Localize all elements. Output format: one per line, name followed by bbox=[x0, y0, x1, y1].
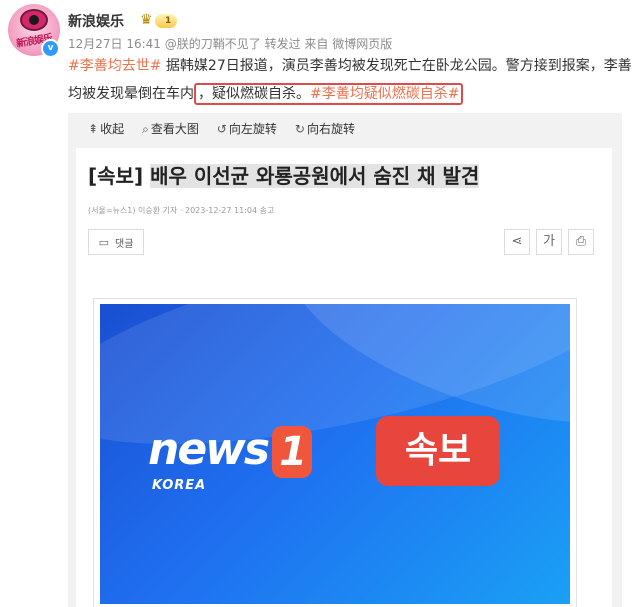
rotate-right-button[interactable]: ↻ 向右旋转 bbox=[295, 120, 355, 137]
share-button[interactable]: ⋖ bbox=[504, 229, 530, 255]
eye-logo-icon bbox=[20, 9, 48, 31]
hashtag-link-2[interactable]: #李善均疑似燃碳自杀# bbox=[310, 86, 459, 102]
verified-badge-icon: v bbox=[41, 39, 60, 58]
rotate-left-icon: ↺ bbox=[216, 122, 227, 136]
post-text: #李善均去世# 据韩媒27日报道，演员李善均被发现死亡在卧龙公园。警方接到报案，… bbox=[68, 52, 634, 108]
rotate-left-button[interactable]: ↺ 向左旋转 bbox=[217, 120, 277, 137]
breaking-news-badge: 속보 bbox=[376, 416, 500, 486]
view-large-button[interactable]: ⌕ 查看大图 bbox=[142, 120, 199, 137]
comment-label: 댓글 bbox=[115, 238, 134, 250]
collapse-button[interactable]: ⇞ 收起 bbox=[88, 120, 124, 137]
comment-button[interactable]: ▭ 댓글 bbox=[88, 229, 144, 255]
article-image-frame: news 1 KOREA 속보 bbox=[93, 298, 577, 607]
font-size-button[interactable]: 가 bbox=[536, 229, 562, 255]
comment-icon: ▭ bbox=[98, 235, 109, 249]
crown-icon: ♛ bbox=[140, 12, 153, 28]
logo-subtitle: KOREA bbox=[152, 478, 207, 493]
print-icon: ⎙ bbox=[575, 234, 587, 249]
share-icon: ⋖ bbox=[511, 234, 523, 249]
print-button[interactable]: ⎙ bbox=[568, 229, 594, 255]
news-article-screenshot: [속보] 배우 이선균 와룡공원에서 숨진 채 발견 (서울=뉴스1) 이승환 … bbox=[76, 148, 612, 607]
collapse-icon: ⇞ bbox=[88, 122, 99, 136]
highlight-box: ，疑似燃碳自杀。#李善均疑似燃碳自杀# bbox=[194, 83, 464, 105]
logo-number: 1 bbox=[272, 426, 313, 478]
article-byline: (서울=뉴스1) 이승환 기자 · 2023-12-27 11:04 송고 bbox=[88, 206, 275, 215]
search-icon: ⌕ bbox=[142, 122, 149, 136]
hashtag-link[interactable]: #李善均去世# bbox=[68, 58, 161, 74]
article-headline: [속보] 배우 이선균 와룡공원에서 숨진 채 발견 bbox=[88, 164, 480, 188]
image-viewer: ⇞ 收起 ⌕ 查看大图 ↺ 向左旋转 ↻ 向右旋转 [속보] 배우 이선균 와룡공원에서… bbox=[68, 113, 622, 607]
image-toolbar: ⇞ 收起 ⌕ 查看大图 ↺ 向左旋转 ↻ 向右旋转 bbox=[88, 120, 355, 137]
account-name[interactable]: 新浪娱乐 bbox=[68, 11, 124, 31]
rotate-right-icon: ↻ bbox=[294, 122, 305, 136]
level-badge[interactable]: 1 bbox=[155, 14, 178, 28]
highlight-text: ，疑似燃碳自杀。 bbox=[198, 86, 310, 102]
news1-logo: news 1 bbox=[148, 424, 313, 478]
news1-breaking-banner: news 1 KOREA 속보 bbox=[100, 304, 570, 604]
post-meta: 12月27日 16:41 @朕的刀鞘不见了 转发过 来自 微博网页版 bbox=[68, 37, 393, 51]
